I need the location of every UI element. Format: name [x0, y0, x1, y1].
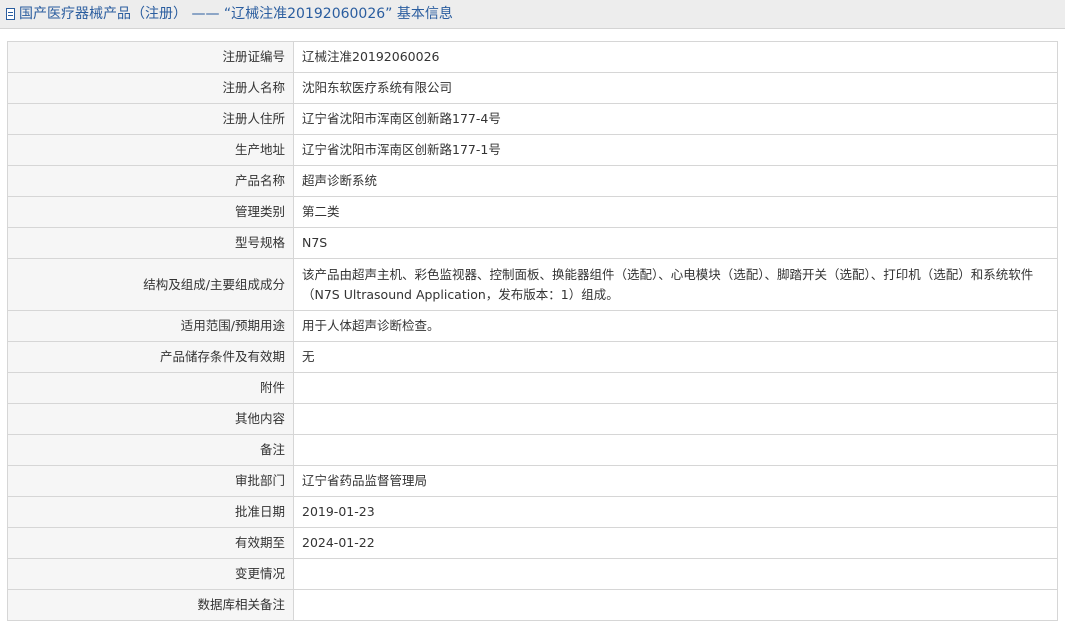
- field-value: 无: [293, 341, 1058, 373]
- field-value: [293, 372, 1058, 404]
- field-label: 其他内容: [7, 403, 294, 435]
- field-value: 该产品由超声主机、彩色监视器、控制面板、换能器组件（选配）、心电模块（选配）、脚…: [293, 258, 1058, 311]
- field-value: 超声诊断系统: [293, 165, 1058, 197]
- field-label: 产品名称: [7, 165, 294, 197]
- field-value: 第二类: [293, 196, 1058, 228]
- field-value: N7S: [293, 227, 1058, 259]
- table-row: 审批部门 辽宁省药品监督管理局: [7, 465, 1058, 497]
- field-value: 2019-01-23: [293, 496, 1058, 528]
- field-label: 型号规格: [7, 227, 294, 259]
- table-row: 备注: [7, 434, 1058, 466]
- field-label: 注册证编号: [7, 41, 294, 73]
- field-label: 批准日期: [7, 496, 294, 528]
- table-row: 产品储存条件及有效期无: [7, 341, 1058, 373]
- field-value: [293, 403, 1058, 435]
- field-label: 有效期至: [7, 527, 294, 559]
- page-title-bar: 国产医疗器械产品（注册） —— “辽械注准20192060026” 基本信息: [0, 0, 1065, 29]
- document-icon: [6, 8, 15, 20]
- field-label: 产品储存条件及有效期: [7, 341, 294, 373]
- field-label: 管理类别: [7, 196, 294, 228]
- table-row: 产品名称 超声诊断系统: [7, 165, 1058, 197]
- table-row: 适用范围/预期用途 用于人体超声诊断检查。: [7, 310, 1058, 342]
- field-value: [293, 558, 1058, 590]
- field-value: 辽宁省沈阳市浑南区创新路177-1号: [293, 134, 1058, 166]
- table-row: 批准日期 2019-01-23: [7, 496, 1058, 528]
- field-value: 用于人体超声诊断检查。: [293, 310, 1058, 342]
- field-value: 辽械注准20192060026: [293, 41, 1058, 73]
- table-row: 注册证编号 辽械注准20192060026: [7, 41, 1058, 73]
- field-label: 审批部门: [7, 465, 294, 497]
- field-label: 数据库相关备注: [7, 589, 294, 621]
- field-label: 备注: [7, 434, 294, 466]
- field-label: 结构及组成/主要组成成分: [7, 258, 294, 311]
- field-label: 附件: [7, 372, 294, 404]
- info-table-body: 注册证编号 辽械注准20192060026 注册人名称 沈阳东软医疗系统有限公司 注…: [7, 41, 1058, 621]
- table-row: 其他内容: [7, 403, 1058, 435]
- field-label: 注册人住所: [7, 103, 294, 135]
- field-label: 变更情况: [7, 558, 294, 590]
- table-row: 数据库相关备注: [7, 589, 1058, 621]
- field-value: [293, 589, 1058, 621]
- table-row: 生产地址 辽宁省沈阳市浑南区创新路177-1号: [7, 134, 1058, 166]
- field-value: [293, 434, 1058, 466]
- page-title: 国产医疗器械产品（注册） —— “辽械注准20192060026” 基本信息: [19, 6, 453, 22]
- info-table: 注册证编号 辽械注准20192060026 注册人名称 沈阳东软医疗系统有限公司 注…: [7, 41, 1058, 621]
- field-value: 2024-01-22: [293, 527, 1058, 559]
- table-row: 注册人住所 辽宁省沈阳市浑南区创新路177-4号: [7, 103, 1058, 135]
- info-container: 注册证编号 辽械注准20192060026 注册人名称 沈阳东软医疗系统有限公司 注…: [0, 29, 1065, 621]
- table-row: 有效期至 2024-01-22: [7, 527, 1058, 559]
- table-row: 管理类别 第二类: [7, 196, 1058, 228]
- field-label: 适用范围/预期用途: [7, 310, 294, 342]
- table-row: 变更情况: [7, 558, 1058, 590]
- table-row: 型号规格 N7S: [7, 227, 1058, 259]
- field-value: 辽宁省药品监督管理局: [293, 465, 1058, 497]
- field-value: 沈阳东软医疗系统有限公司: [293, 72, 1058, 104]
- field-label: 生产地址: [7, 134, 294, 166]
- table-row: 附件: [7, 372, 1058, 404]
- field-value: 辽宁省沈阳市浑南区创新路177-4号: [293, 103, 1058, 135]
- table-row: 注册人名称 沈阳东软医疗系统有限公司: [7, 72, 1058, 104]
- table-row: 结构及组成/主要组成成分 该产品由超声主机、彩色监视器、控制面板、换能器组件（选配…: [7, 258, 1058, 311]
- field-label: 注册人名称: [7, 72, 294, 104]
